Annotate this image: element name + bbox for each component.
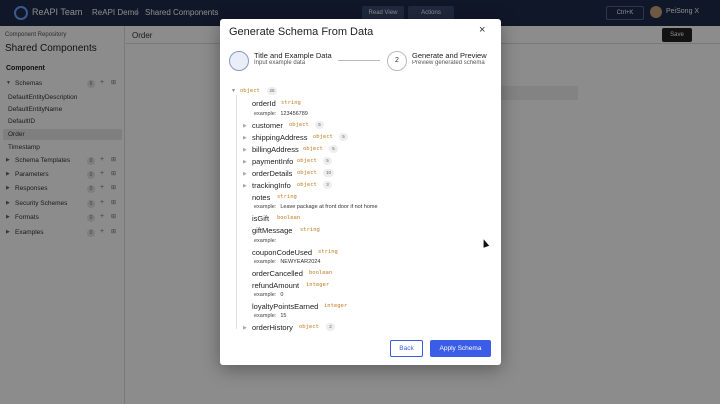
type-label: integer [324, 303, 348, 309]
type-label: object [289, 122, 309, 128]
type-label: string [300, 227, 320, 233]
type-label: object [297, 182, 317, 188]
step-connector [338, 60, 380, 61]
example-label: example: [254, 204, 277, 210]
type-label: object [303, 146, 323, 152]
example-label: example: [254, 313, 277, 319]
property-example: example: 15 [254, 313, 286, 319]
property-name: trackingInfo [252, 181, 291, 190]
type-label: boolean [277, 215, 301, 221]
property-name: orderId [252, 99, 276, 108]
example-value: 0 [280, 292, 284, 298]
property-example: example: [254, 238, 280, 244]
property-name: orderDetails [252, 169, 293, 178]
property-name: couponCodeUsed [252, 248, 313, 257]
property-name: shippingAddress [252, 133, 308, 142]
example-value: Leave package at front door if not home [280, 204, 378, 210]
apply-schema-button[interactable]: Apply Schema [430, 340, 491, 357]
back-button[interactable]: Back [390, 340, 423, 357]
property-example: example: Leave package at front door if n… [254, 204, 378, 210]
example-label: example: [254, 111, 277, 117]
property-example: example: 0 [254, 292, 283, 298]
step-1-subtitle: Input example data [254, 60, 306, 66]
chevron-right-icon: ▶ [243, 123, 247, 129]
type-label: string [318, 249, 338, 255]
chevron-right-icon: ▶ [243, 147, 247, 153]
step-1-title: Title and Example Data [254, 51, 332, 60]
property-name: paymentInfo [252, 157, 294, 166]
count-badge: 5 [329, 145, 338, 153]
close-icon[interactable]: × [479, 24, 485, 36]
count-badge: 5 [339, 133, 348, 141]
step-2-indicator: 2 [387, 51, 407, 71]
type-label: object [240, 88, 260, 94]
property-example: example: 123456789 [254, 111, 308, 117]
type-label: object [297, 170, 317, 176]
chevron-right-icon: ▶ [243, 135, 247, 141]
chevron-right-icon: ▶ [243, 159, 247, 165]
step-2-title: Generate and Preview [412, 51, 487, 60]
chevron-right-icon: ▶ [243, 325, 247, 331]
example-value: 15 [280, 313, 287, 319]
example-value: 123456789 [280, 111, 308, 117]
property-name: isGift [252, 214, 270, 223]
count-badge: 5 [323, 157, 332, 165]
example-label: example: [254, 259, 277, 265]
type-label: boolean [309, 270, 333, 276]
property-example: example: NEWYEAR2024 [254, 259, 320, 265]
property-name: loyaltyPointsEarned [252, 302, 319, 311]
type-label: integer [306, 282, 330, 288]
dialog-title: Generate Schema From Data [229, 26, 374, 38]
count-badge: 5 [315, 121, 324, 129]
chevron-right-icon: ▶ [243, 183, 247, 189]
count-badge: 3 [323, 181, 332, 189]
type-label: string [281, 100, 301, 106]
count-badge: 2 [326, 323, 335, 331]
generate-schema-dialog: Generate Schema From Data × Title and Ex… [220, 19, 501, 365]
property-name: giftMessage [252, 226, 293, 235]
property-name: billingAddress [252, 145, 299, 154]
property-name: refundAmount [252, 281, 300, 290]
type-label: object [299, 324, 319, 330]
example-label: example: [254, 292, 277, 298]
step-2-subtitle: Preview generated schema [412, 60, 485, 66]
chevron-right-icon: ▶ [243, 171, 247, 177]
example-value: NEWYEAR2024 [280, 259, 321, 265]
tree-guide-line [236, 95, 237, 329]
chevron-down-icon: ▼ [231, 88, 236, 94]
type-label: object [313, 134, 333, 140]
step-1-indicator [229, 51, 249, 71]
example-label: example: [254, 238, 277, 244]
property-name: orderHistory [252, 323, 293, 332]
property-name: customer [252, 121, 283, 130]
property-name: orderCancelled [252, 269, 303, 278]
type-label: object [297, 158, 317, 164]
property-name: notes [252, 193, 271, 202]
count-badge: 25 [267, 87, 277, 95]
type-label: string [277, 194, 297, 200]
count-badge: 10 [323, 169, 334, 177]
